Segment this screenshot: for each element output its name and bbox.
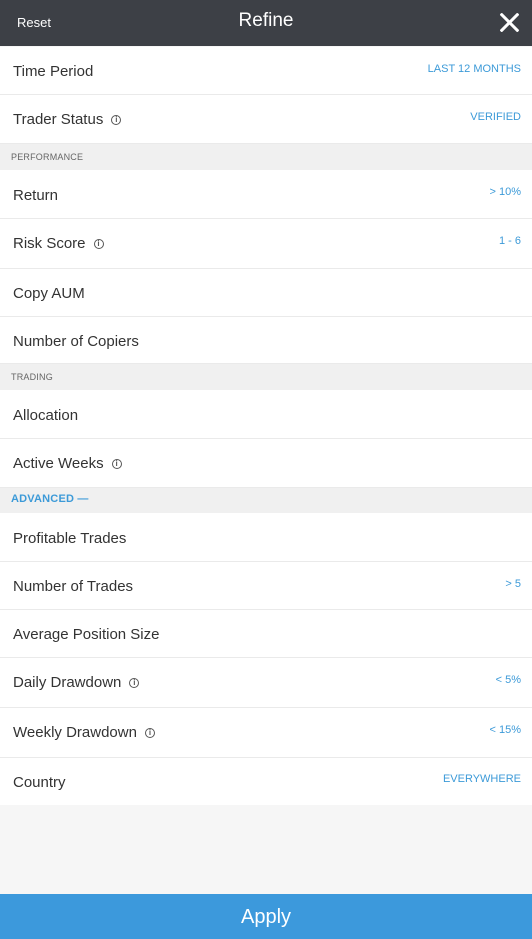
- filter-row-time-period[interactable]: Time Period LAST 12 MONTHS: [0, 47, 532, 95]
- filter-label: Time Period: [13, 63, 94, 80]
- close-icon[interactable]: [498, 11, 520, 33]
- filter-value: VERIFIED: [470, 111, 521, 123]
- info-icon[interactable]: i: [93, 239, 104, 250]
- filter-label: Allocation: [13, 407, 79, 424]
- filter-row-profitable-trades[interactable]: Profitable Trades: [0, 513, 532, 562]
- filter-label: Number of Copiers: [13, 333, 139, 350]
- filter-label: Active Weeks: [13, 455, 104, 472]
- filter-row-number-of-copiers[interactable]: Number of Copiers: [0, 317, 532, 364]
- filter-label: Copy AUM: [13, 285, 85, 302]
- filter-label: Return: [13, 187, 59, 204]
- filter-row-average-position-size[interactable]: Average Position Size: [0, 610, 532, 658]
- filter-label: Country: [13, 774, 66, 791]
- header-bar: Reset Refine: [0, 0, 532, 46]
- filter-label: Average Position Size: [13, 626, 160, 643]
- filter-row-risk-score[interactable]: Risk Score i 1 - 6: [0, 219, 532, 269]
- info-icon[interactable]: i: [144, 728, 155, 739]
- filter-row-trader-status[interactable]: Trader Status i VERIFIED: [0, 95, 532, 144]
- filter-label: Number of Trades: [13, 578, 134, 595]
- section-label: TRADING: [11, 372, 53, 382]
- filter-row-allocation[interactable]: Allocation: [0, 390, 532, 439]
- filter-row-active-weeks[interactable]: Active Weeks i: [0, 439, 532, 488]
- info-icon[interactable]: i: [129, 678, 140, 689]
- apply-button[interactable]: Apply: [0, 894, 532, 939]
- info-icon[interactable]: i: [111, 115, 122, 126]
- page-title: Refine: [238, 10, 294, 31]
- filter-row-copy-aum[interactable]: Copy AUM: [0, 269, 532, 317]
- filter-value: LAST 12 MONTHS: [427, 63, 521, 75]
- filter-value: > 10%: [489, 186, 522, 198]
- filter-row-country[interactable]: Country EVERYWHERE: [0, 758, 532, 805]
- section-header-advanced[interactable]: ADVANCED —: [0, 488, 532, 513]
- filter-label: Risk Score: [13, 235, 86, 252]
- filter-label: Profitable Trades: [13, 530, 127, 547]
- filter-row-number-of-trades[interactable]: Number of Trades > 5: [0, 562, 532, 610]
- info-icon[interactable]: i: [111, 459, 122, 470]
- filter-row-weekly-drawdown[interactable]: Weekly Drawdown i < 15%: [0, 708, 532, 758]
- filter-label: Daily Drawdown: [13, 674, 122, 691]
- filter-value: EVERYWHERE: [442, 773, 521, 785]
- advanced-toggle[interactable]: ADVANCED —: [11, 493, 89, 505]
- filter-row-daily-drawdown[interactable]: Daily Drawdown i < 5%: [0, 658, 532, 708]
- section-header-performance: PERFORMANCE: [0, 144, 532, 170]
- section-label: PERFORMANCE: [11, 152, 84, 162]
- filter-value: < 15%: [489, 724, 522, 736]
- filter-value: > 5: [505, 578, 521, 590]
- section-header-trading: TRADING: [0, 364, 532, 390]
- filter-value: 1 - 6: [498, 235, 521, 247]
- filter-row-return[interactable]: Return > 10%: [0, 170, 532, 219]
- filter-label: Trader Status: [13, 111, 104, 128]
- filter-value: < 5%: [495, 674, 521, 686]
- filter-label: Weekly Drawdown: [13, 724, 137, 741]
